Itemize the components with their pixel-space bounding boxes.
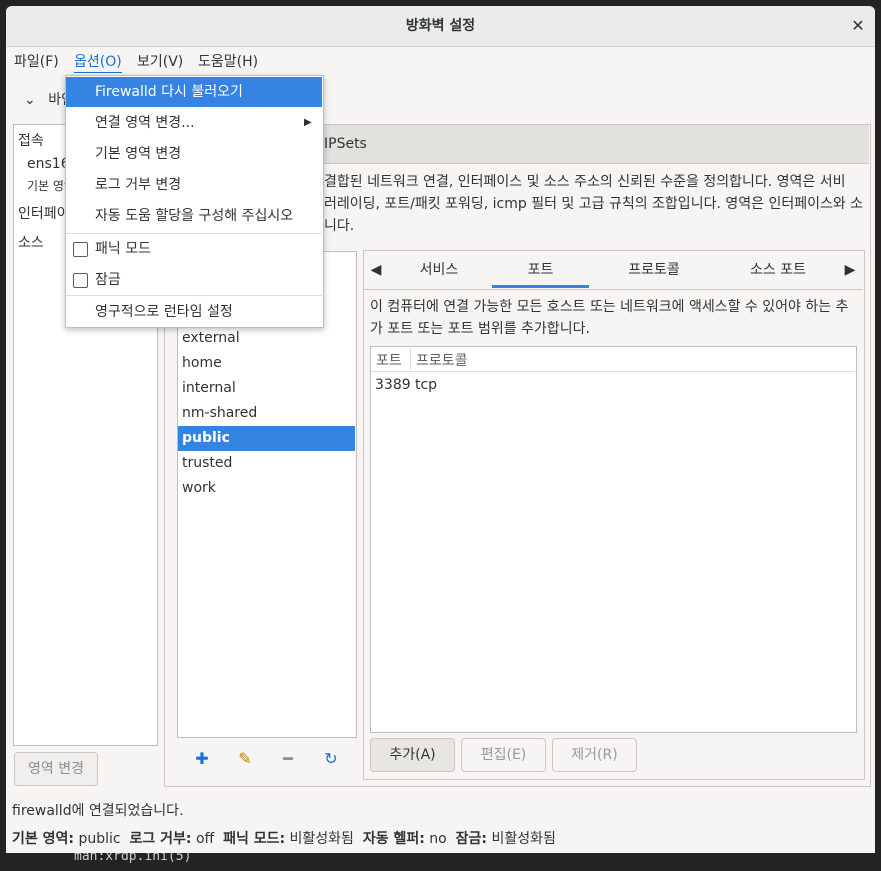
table-cell-protocol[interactable]: tcp <box>415 377 437 393</box>
column-header-port[interactable]: 포트 <box>376 350 402 370</box>
status-bar: 기본 영역: public 로그 거부: off 패닉 모드: 비활성화됨 자동… <box>12 828 556 848</box>
tab-scroll-left-icon[interactable]: ◀ <box>368 259 384 281</box>
zone-description-line: 러레이딩, 포트/패킷 포워딩, icmp 필터 및 고급 규칙의 조합입니다.… <box>324 196 864 212</box>
menu-item-label: Firewalld 다시 불러오기 <box>95 84 243 100</box>
menu-item-panic-mode[interactable]: 패닉 모드 <box>66 234 322 264</box>
tab-ports[interactable]: 포트 <box>492 259 589 281</box>
zone-list-item[interactable]: home <box>178 351 355 376</box>
lockdown-value: 비활성화됨 <box>491 831 556 847</box>
connection-status: firewalld에 연결되었습니다. <box>12 803 184 819</box>
column-header-protocol[interactable]: 프로토콜 <box>416 350 468 370</box>
ports-description: 이 컴퓨터에 연결 가능한 모든 호스트 또는 네트워크에 액세스할 수 있어야… <box>370 296 858 340</box>
zone-list-item[interactable]: nm-shared <box>178 401 355 426</box>
active-tab-indicator <box>492 285 589 288</box>
tab-source-ports[interactable]: 소스 포트 <box>724 259 832 281</box>
menu-item-configure-auto-helper[interactable]: 자동 도움 할당을 구성해 주십시오 <box>66 201 322 231</box>
menu-options[interactable]: 옵션(O) <box>74 52 122 73</box>
zone-list-item[interactable]: work <box>178 476 355 501</box>
menu-item-label: 영구적으로 런타임 설정 <box>95 304 233 320</box>
menu-item-label: 연결 영역 변경... <box>95 115 195 131</box>
zone-description-line: 결합된 네트워크 연결, 인터페이스 및 소스 주소의 신뢰된 수준을 정의합니… <box>324 174 846 190</box>
lockdown-label: 잠금: <box>455 831 487 847</box>
reload-icon[interactable]: ↻ <box>319 747 343 771</box>
auto-helper-value: no <box>429 831 447 847</box>
menu-item-reload[interactable]: Firewalld 다시 불러오기 <box>66 77 322 107</box>
menu-file[interactable]: 파일(F) <box>14 52 59 72</box>
minus-icon[interactable]: ━ <box>276 747 300 771</box>
chevron-down-icon: ⌄ <box>24 92 36 108</box>
submenu-arrow-icon: ▶ <box>304 117 312 128</box>
panic-mode-value: 비활성화됨 <box>289 831 354 847</box>
change-zone-button[interactable]: 영역 변경 <box>14 752 98 786</box>
menu-item-label: 로그 거부 변경 <box>95 177 182 193</box>
window-title: 방화벽 설정 <box>405 18 476 34</box>
default-zone-label: 기본 영역: <box>12 831 74 847</box>
connection-item[interactable]: ens16 <box>27 156 70 172</box>
ports-description-line: 이 컴퓨터에 연결 가능한 모든 호스트 또는 네트워크에 액세스할 수 있어야… <box>370 299 849 315</box>
edit-port-button[interactable]: 편집(E) <box>461 738 546 772</box>
menu-item-change-connection-zone[interactable]: 연결 영역 변경... ▶ <box>66 108 322 138</box>
tab-scroll-right-icon[interactable]: ▶ <box>842 259 858 281</box>
close-icon[interactable]: ✕ <box>848 16 868 36</box>
menu-help[interactable]: 도움말(H) <box>198 52 258 72</box>
auto-helper-label: 자동 헬퍼: <box>362 831 425 847</box>
menu-item-label: 패닉 모드 <box>95 241 151 257</box>
connections-heading: 접속 <box>18 133 44 149</box>
zone-list-item[interactable]: public <box>178 426 355 451</box>
plus-icon[interactable]: ✚ <box>190 747 214 771</box>
interfaces-heading: 인터페이 <box>18 206 70 222</box>
ports-description-line: 가 포트 또는 포트 범위를 추가합니다. <box>370 321 590 337</box>
zone-description-line: 니다. <box>324 218 355 234</box>
panic-mode-label: 패닉 모드: <box>223 831 286 847</box>
log-denied-label: 로그 거부: <box>129 831 192 847</box>
menu-item-lockdown[interactable]: 잠금 <box>66 265 322 295</box>
lockdown-checkbox[interactable] <box>73 273 88 288</box>
menu-item-label: 기본 영역 변경 <box>95 146 182 162</box>
tab-ipsets[interactable]: IPSets <box>324 133 367 155</box>
menu-item-label: 잠금 <box>95 272 121 288</box>
zone-list-item[interactable]: trusted <box>178 451 355 476</box>
default-zone-value: public <box>78 831 121 847</box>
ports-table[interactable] <box>370 346 857 733</box>
panic-mode-checkbox[interactable] <box>73 242 88 257</box>
sources-heading: 소스 <box>18 235 44 251</box>
edit-icon[interactable]: ✎ <box>233 747 257 771</box>
menu-view[interactable]: 보기(V) <box>137 52 183 72</box>
menu-separator <box>66 295 322 296</box>
column-divider <box>410 348 411 370</box>
zone-list-item[interactable]: internal <box>178 376 355 401</box>
menu-item-change-default-zone[interactable]: 기본 영역 변경 <box>66 139 322 169</box>
zone-list-item[interactable]: external <box>178 326 355 351</box>
log-denied-value: off <box>195 831 215 847</box>
remove-port-button[interactable]: 제거(R) <box>552 738 637 772</box>
menu-item-runtime-to-permanent[interactable]: 영구적으로 런타임 설정 <box>66 297 322 327</box>
menu-item-label: 자동 도움 할당을 구성해 주십시오 <box>95 208 294 224</box>
menu-item-change-log-denied[interactable]: 로그 거부 변경 <box>66 170 322 200</box>
add-port-button[interactable]: 추가(A) <box>370 738 455 772</box>
tab-protocols[interactable]: 프로토콜 <box>606 259 702 281</box>
table-cell-port[interactable]: 3389 <box>375 377 411 393</box>
tab-services[interactable]: 서비스 <box>398 259 480 281</box>
